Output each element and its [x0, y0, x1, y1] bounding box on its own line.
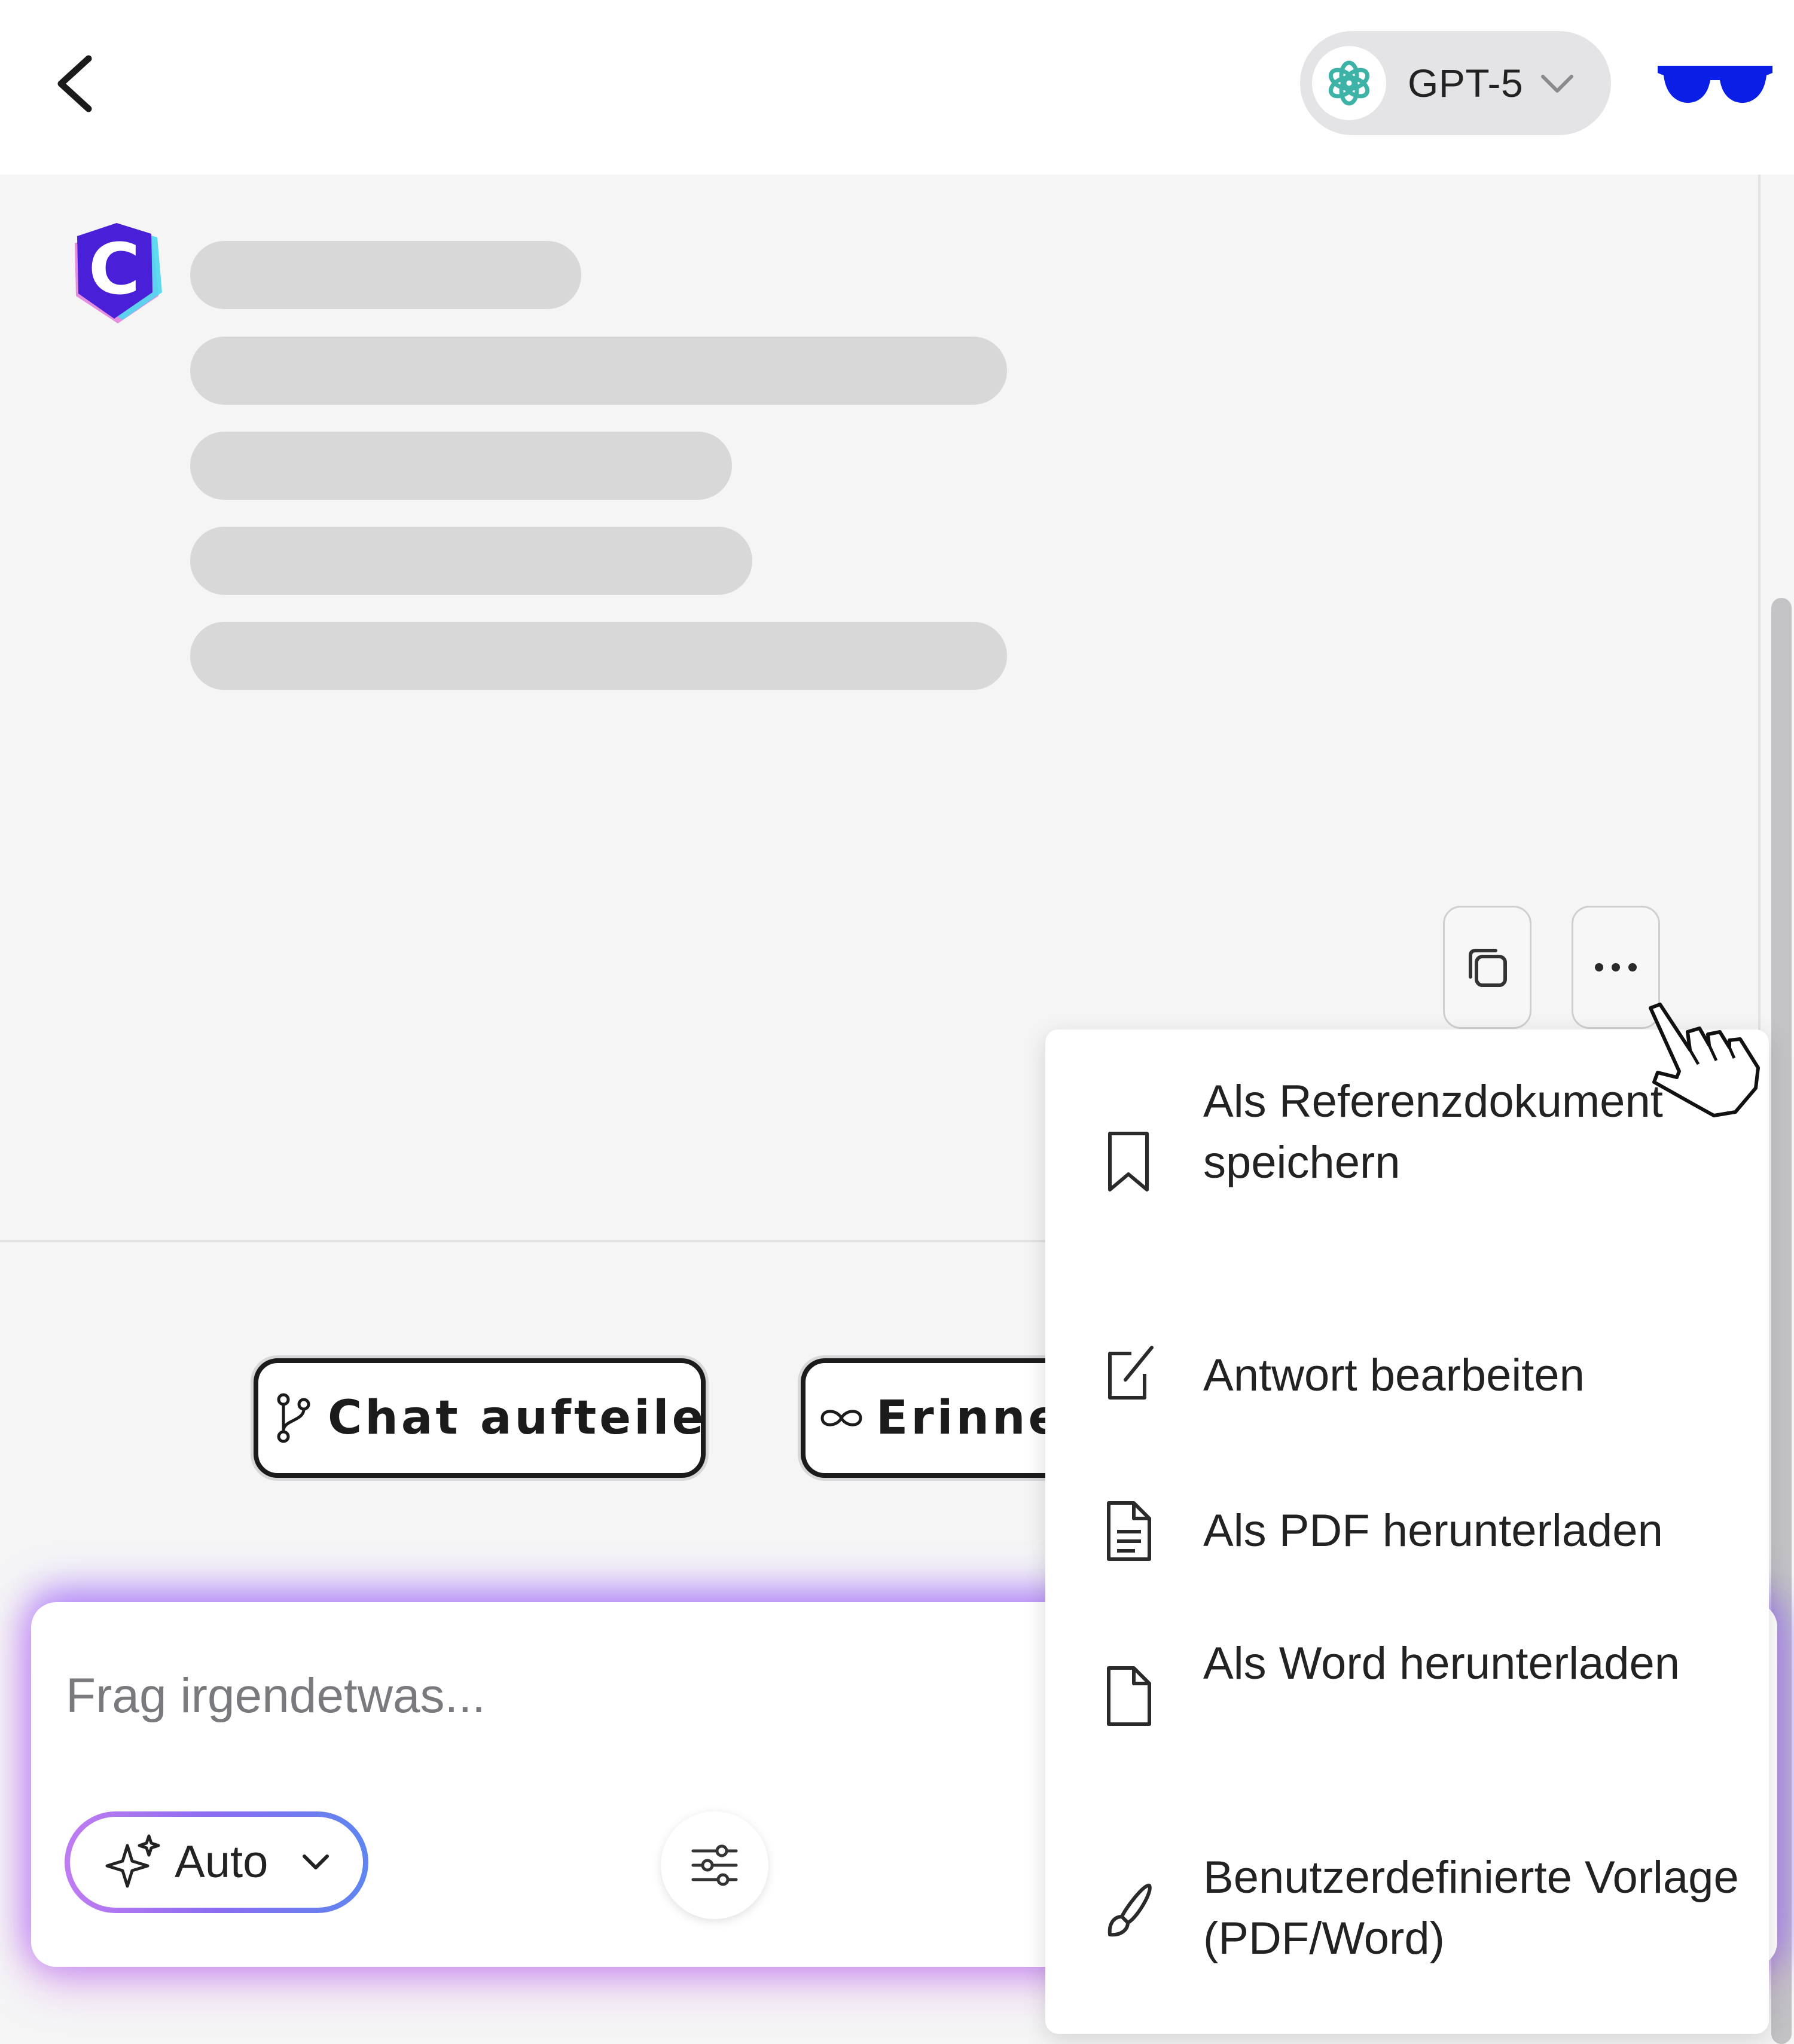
brush-icon — [1107, 1883, 1152, 1937]
chevron-down-icon — [1541, 75, 1573, 93]
menu-item-label: Als Word herunterladen — [1203, 1638, 1680, 1689]
skeleton-line — [190, 527, 752, 595]
model-selector[interactable]: GPT-5 — [1300, 31, 1611, 135]
back-button[interactable] — [48, 48, 108, 120]
assistant-avatar: C — [63, 218, 167, 326]
menu-item-download-word[interactable]: Als Word herunterladen — [1045, 1627, 1769, 1765]
chevron-left-icon — [57, 55, 92, 112]
chip-label: Chat aufteilen — [328, 1391, 706, 1445]
branch-icon — [277, 1393, 310, 1443]
more-dots-icon — [1595, 963, 1637, 971]
message-options-menu: Als Referenzdokument speichern Antwort b… — [1045, 1029, 1769, 2034]
sparkles-icon — [105, 1834, 160, 1888]
skeleton-line — [190, 432, 732, 500]
menu-item-edit-answer[interactable]: Antwort bearbeiten — [1045, 1328, 1769, 1424]
model-label: GPT-5 — [1408, 61, 1524, 105]
file-text-icon — [1107, 1501, 1151, 1561]
menu-item-label: Antwort bearbeiten — [1203, 1350, 1585, 1401]
menu-item-label: Benutzerdefinierte Vorlage (PDF/Word) — [1203, 1852, 1739, 1964]
skeleton-line — [190, 622, 1007, 690]
chat-split-chip[interactable]: Chat aufteilen — [254, 1358, 706, 1478]
skeleton-line — [190, 241, 581, 309]
file-icon — [1107, 1666, 1151, 1726]
sunglasses-icon[interactable] — [1655, 60, 1775, 108]
menu-item-custom-template[interactable]: Benutzerdefinierte Vorlage (PDF/Word) — [1045, 1841, 1769, 1979]
copy-icon — [1469, 949, 1507, 987]
skeleton-line — [190, 337, 1007, 405]
menu-item-download-pdf[interactable]: Als PDF herunterladen — [1045, 1484, 1769, 1579]
copy-button[interactable] — [1443, 906, 1531, 1029]
mode-label: Auto — [175, 1837, 269, 1887]
sliders-icon — [691, 1844, 738, 1886]
openai-logo-icon — [1312, 46, 1386, 120]
settings-button[interactable] — [661, 1811, 768, 1919]
infinity-icon — [820, 1410, 862, 1426]
chevron-down-icon — [303, 1854, 329, 1869]
chat-input[interactable]: Frag irgendetwas... — [66, 1668, 486, 1724]
menu-item-label: Als PDF herunterladen — [1203, 1505, 1663, 1556]
memory-chip[interactable]: Erinnerung — [801, 1358, 1052, 1478]
avatar-letter: C — [89, 228, 141, 310]
chip-label: Erinnerung — [876, 1391, 1052, 1445]
mode-selector-button[interactable]: Auto — [65, 1811, 368, 1913]
edit-icon — [1108, 1346, 1154, 1400]
hand-pointer-cursor-icon — [1649, 1003, 1760, 1117]
bookmark-icon — [1108, 1132, 1149, 1191]
